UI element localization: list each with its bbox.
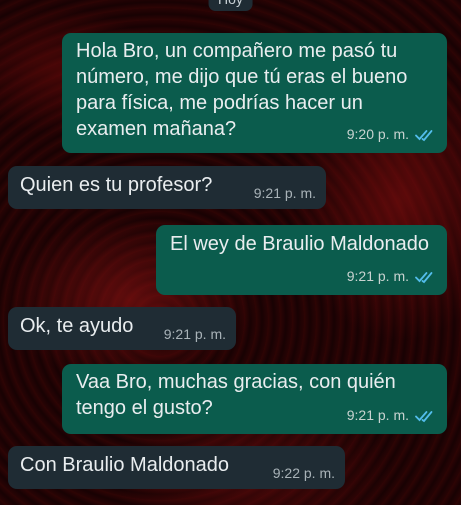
- message-meta: 9:21 p. m.: [347, 407, 435, 426]
- message-meta: 9:21 p. m.: [347, 268, 435, 287]
- message-time: 9:21 p. m.: [346, 407, 409, 423]
- message-time: 9:22 p. m.: [272, 465, 335, 481]
- message-time: 9:20 p. m.: [346, 126, 409, 142]
- message-text: El wey de Braulio Maldonado: [170, 233, 430, 255]
- message-time: 9:21 p. m.: [253, 185, 316, 201]
- incoming-message[interactable]: Ok, te ayudo 9:21 p. m.: [8, 307, 236, 350]
- incoming-message[interactable]: Quien es tu profesor? 9:21 p. m.: [8, 166, 326, 209]
- message-meta: 9:20 p. m.: [347, 126, 435, 145]
- date-divider: Hoy: [208, 0, 253, 11]
- double-check-icon: [415, 270, 435, 287]
- message-time: 9:21 p. m.: [163, 326, 226, 342]
- outgoing-message[interactable]: El wey de Braulio Maldonado 9:21 p. m.: [156, 225, 447, 295]
- double-check-icon: [415, 128, 435, 145]
- incoming-message[interactable]: Con Braulio Maldonado 9:22 p. m.: [8, 446, 345, 489]
- outgoing-message[interactable]: Hola Bro, un compañero me pasó tu número…: [62, 33, 447, 153]
- outgoing-message[interactable]: Vaa Bro, muchas gracias, con quién tengo…: [62, 364, 447, 434]
- double-check-icon: [415, 409, 435, 426]
- message-time: 9:21 p. m.: [346, 268, 409, 284]
